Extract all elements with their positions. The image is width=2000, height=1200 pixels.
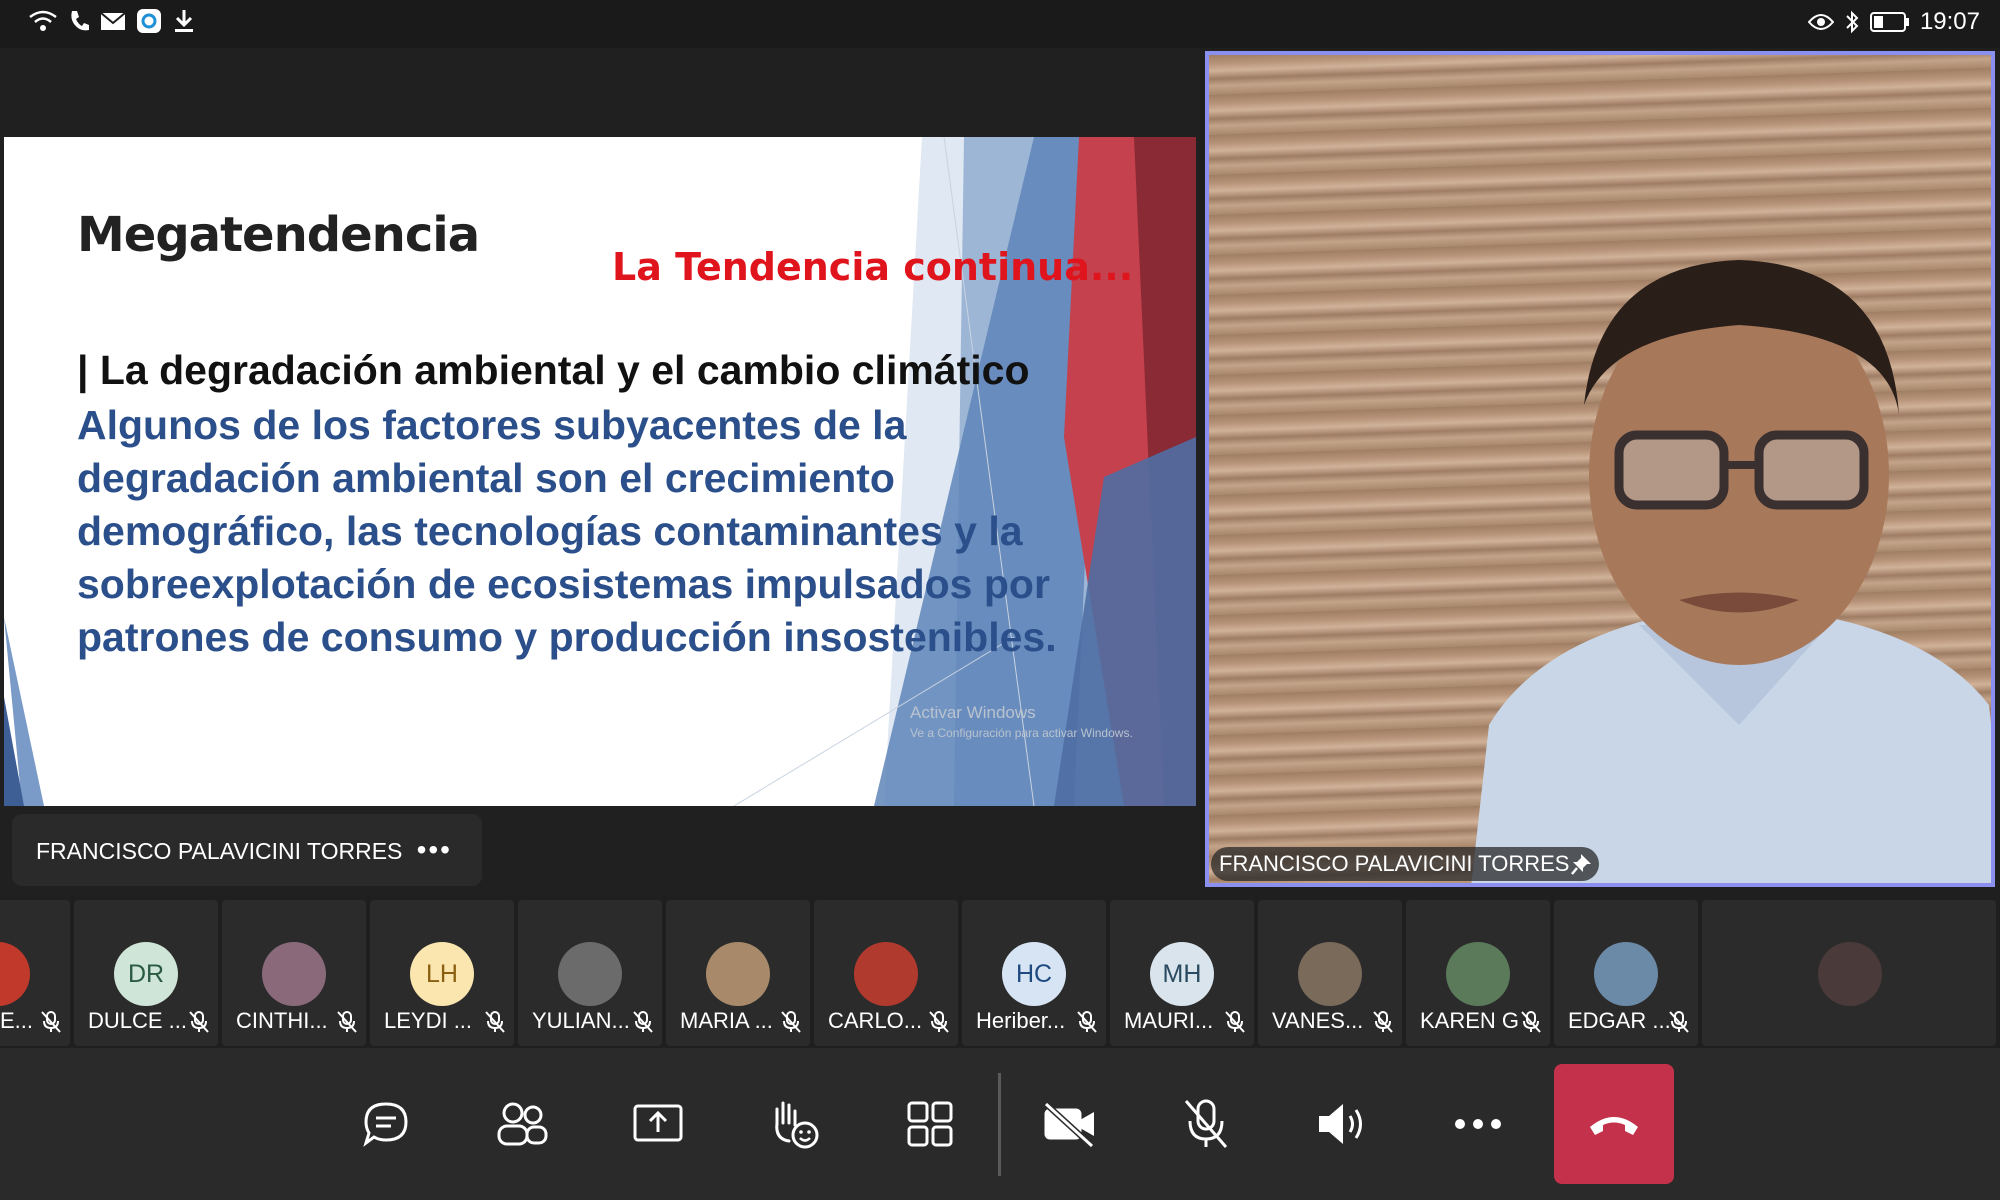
participant-tile[interactable]: MARIA ... — [666, 900, 810, 1046]
participant-name: CINTHI... — [236, 1008, 328, 1033]
chat-icon — [363, 1102, 408, 1147]
slide-heading: | La degradación ambiental y el cambio c… — [77, 347, 1030, 393]
participant-name: DULCE ... — [88, 1008, 188, 1033]
mic-off-icon — [781, 1011, 801, 1033]
participant-avatar — [0, 942, 30, 1006]
participant-avatar — [1818, 942, 1882, 1006]
participants-button[interactable] — [462, 1068, 582, 1180]
share-screen-button[interactable] — [598, 1068, 718, 1180]
mic-off-icon — [1077, 1011, 1097, 1033]
participant-name: Heriber... — [976, 1008, 1066, 1033]
participant-strip: E... DR DULCE ... CINTHI... LH LEYDI ...… — [0, 900, 2000, 1046]
download-icon — [175, 10, 193, 32]
mail-icon — [100, 12, 126, 30]
participant-tile[interactable]: LH LEYDI ... — [370, 900, 514, 1046]
slide-body-text: Algunos de los factores subyacentes de l… — [77, 402, 1057, 660]
participant-name: CARLO... — [828, 1008, 923, 1033]
participant-avatar — [262, 942, 326, 1006]
participant-avatar — [706, 942, 770, 1006]
clock: 19:07 — [1919, 8, 1980, 35]
pinned-video[interactable]: FRANCISCO PALAVICINI TORRES — [1205, 51, 1995, 887]
mic-off-icon — [633, 1011, 653, 1033]
windows-watermark-title: Activar Windows — [910, 703, 1036, 722]
participant-tile[interactable]: YULIAN... — [518, 900, 662, 1046]
participant-avatar: LH — [410, 942, 474, 1006]
participant-avatar: HC — [1002, 942, 1066, 1006]
app-notification-icon — [137, 9, 161, 33]
shared-slide: Megatendencia La Tendencia continua... |… — [4, 137, 1196, 806]
windows-watermark-subtitle: Ve a Configuración para activar Windows. — [910, 726, 1133, 740]
participant-name: MARIA ... — [680, 1008, 773, 1033]
bluetooth-icon — [1846, 10, 1859, 34]
more-options-button[interactable] — [1418, 1068, 1538, 1180]
more-icon — [1455, 1119, 1501, 1129]
presenter-more-button[interactable]: ••• — [417, 834, 452, 866]
phone-icon — [71, 11, 89, 31]
participant-name: EDGAR ... — [1568, 1008, 1671, 1033]
layout-button[interactable] — [870, 1068, 990, 1180]
share-screen-icon — [633, 1104, 683, 1142]
status-icons-left — [28, 8, 196, 34]
participant-avatar: DR — [114, 942, 178, 1006]
participant-avatar — [1594, 942, 1658, 1006]
participant-name: KAREN G — [1420, 1008, 1520, 1033]
mic-off-icon — [1669, 1011, 1689, 1033]
slide-title: Megatendencia — [77, 207, 480, 263]
participant-tile[interactable]: HC Heriber... — [962, 900, 1106, 1046]
pin-icon[interactable] — [1571, 852, 1593, 876]
video-participant-name: FRANCISCO PALAVICINI TORRES — [1219, 851, 1570, 876]
speaker-button[interactable] — [1282, 1068, 1402, 1180]
controls-divider — [998, 1073, 1001, 1176]
participant-tile[interactable]: KAREN G — [1406, 900, 1550, 1046]
grid-layout-icon — [907, 1101, 953, 1147]
participant-name: LEYDI ... — [384, 1008, 473, 1033]
participant-avatar — [854, 942, 918, 1006]
participant-name: VANES... — [1272, 1008, 1364, 1033]
participant-tile-self[interactable] — [1702, 900, 1996, 1046]
participant-tile[interactable]: DR DULCE ... — [74, 900, 218, 1046]
camera-toggle-button[interactable] — [1010, 1068, 1130, 1180]
participant-tile[interactable]: E... — [0, 900, 70, 1046]
participant-tile[interactable]: CARLO... — [814, 900, 958, 1046]
participant-avatar — [558, 942, 622, 1006]
chat-button[interactable] — [326, 1068, 446, 1180]
status-bar: 19:07 — [0, 0, 2000, 48]
mic-toggle-button[interactable] — [1146, 1068, 1266, 1180]
speaker-icon — [1319, 1104, 1362, 1144]
hang-up-icon — [1590, 1117, 1638, 1135]
slide-subtitle: La Tendencia continua... — [612, 245, 1134, 289]
participant-tile[interactable]: VANES... — [1258, 900, 1402, 1046]
raise-hand-icon — [775, 1101, 819, 1149]
participant-tile[interactable]: CINTHI... — [222, 900, 366, 1046]
mic-off-icon — [1373, 1011, 1393, 1033]
mic-off-icon — [929, 1011, 949, 1033]
mic-off-icon — [1225, 1011, 1245, 1033]
mic-off-icon — [1184, 1099, 1228, 1148]
video-name-label: FRANCISCO PALAVICINI TORRES — [1211, 847, 1600, 881]
participant-tile[interactable]: EDGAR ... — [1554, 900, 1698, 1046]
participant-avatar: MH — [1150, 942, 1214, 1006]
participants-icon — [497, 1102, 548, 1146]
presenter-name: FRANCISCO PALAVICINI TORRES — [36, 838, 403, 864]
presenter-label: FRANCISCO PALAVICINI TORRES ••• — [12, 814, 482, 886]
status-icons-right: 19:07 — [1807, 8, 1980, 36]
wifi-icon — [29, 10, 57, 31]
participant-video-feed — [1471, 260, 1991, 883]
mic-off-icon — [1521, 1011, 1541, 1033]
mic-off-icon — [485, 1011, 505, 1033]
camera-off-icon — [1043, 1101, 1095, 1148]
mic-off-icon — [189, 1011, 209, 1033]
eye-icon — [1807, 14, 1834, 30]
reactions-button[interactable] — [734, 1068, 854, 1180]
hang-up-button[interactable] — [1554, 1064, 1674, 1184]
participant-avatar — [1446, 942, 1510, 1006]
battery-icon — [1869, 12, 1909, 32]
mic-off-icon — [337, 1011, 357, 1033]
participant-name: YULIAN... — [532, 1008, 630, 1033]
participant-name: MAURI... — [1124, 1008, 1214, 1033]
participant-tile[interactable]: MH MAURI... — [1110, 900, 1254, 1046]
mic-off-icon — [41, 1011, 61, 1033]
participant-avatar — [1298, 942, 1362, 1006]
participant-name: E... — [0, 1008, 34, 1033]
